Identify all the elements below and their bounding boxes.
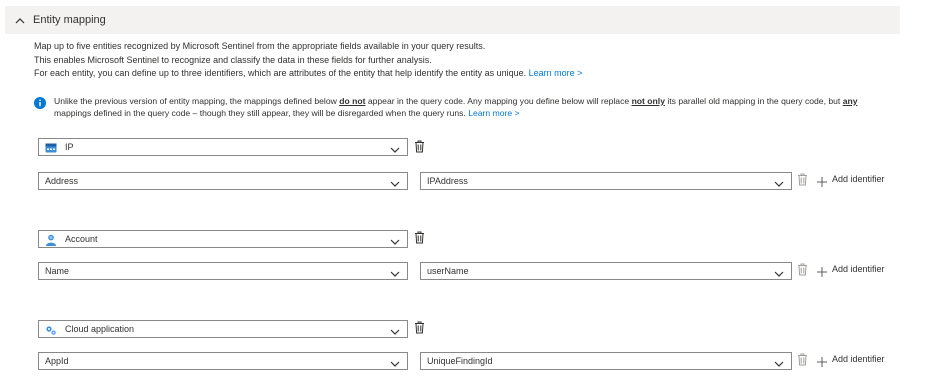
identifier-dropdown[interactable]: AppId xyxy=(38,352,408,370)
chevron-down-icon xyxy=(774,356,784,367)
description-line-3: For each entity, you can define up to th… xyxy=(34,67,582,81)
info-text-part: Unlike the previous version of entity ma… xyxy=(54,96,340,106)
entity-type-dropdown-ip[interactable]: IP xyxy=(38,138,408,156)
chevron-down-icon xyxy=(774,266,784,277)
entity-type-value: Account xyxy=(65,234,98,244)
plus-icon xyxy=(817,264,827,277)
description-line-3-text: For each entity, you can define up to th… xyxy=(34,68,527,78)
column-value: userName xyxy=(427,266,469,276)
column-dropdown[interactable]: IPAddress xyxy=(420,172,792,190)
add-identifier-button[interactable]: Add identifier xyxy=(817,174,885,187)
plus-icon xyxy=(817,354,827,367)
entity-mapping-section-header[interactable]: Entity mapping xyxy=(5,6,900,34)
entity-type-value: IP xyxy=(65,142,74,152)
delete-identifier-icon[interactable] xyxy=(797,263,808,276)
delete-identifier-icon[interactable] xyxy=(797,173,808,186)
info-text-part: appear in the query code. Any mapping yo… xyxy=(365,96,632,106)
delete-entity-icon[interactable] xyxy=(414,321,425,334)
info-text: Unlike the previous version of entity ma… xyxy=(54,95,894,119)
info-text-part: mappings defined in the query code – tho… xyxy=(54,108,469,118)
entity-type-dropdown-account[interactable]: Account xyxy=(38,230,408,248)
info-message: Unlike the previous version of entity ma… xyxy=(34,95,894,119)
column-value: UniqueFindingId xyxy=(427,356,493,366)
chevron-up-icon[interactable] xyxy=(9,11,31,29)
identifier-value: Address xyxy=(45,176,79,186)
delete-entity-icon[interactable] xyxy=(414,231,425,244)
chevron-down-icon xyxy=(390,356,400,367)
entity-type-value: Cloud application xyxy=(65,324,135,334)
plus-icon xyxy=(817,174,827,187)
chevron-down-icon xyxy=(390,176,400,187)
add-identifier-label: Add identifier xyxy=(832,264,885,274)
add-identifier-label: Add identifier xyxy=(832,174,885,184)
add-identifier-label: Add identifier xyxy=(832,354,885,364)
delete-identifier-icon[interactable] xyxy=(797,353,808,366)
info-text-part: its parallel old mapping in the query co… xyxy=(664,96,843,106)
info-learn-more-link[interactable]: Learn more > xyxy=(468,108,519,118)
ip-icon xyxy=(45,141,57,153)
add-identifier-button[interactable]: Add identifier xyxy=(817,264,885,277)
column-dropdown[interactable]: userName xyxy=(420,262,792,280)
section-description: Map up to five entities recognized by Mi… xyxy=(34,40,582,81)
chevron-down-icon xyxy=(774,176,784,187)
delete-entity-icon[interactable] xyxy=(414,140,425,153)
add-identifier-button[interactable]: Add identifier xyxy=(817,354,885,367)
identifier-dropdown[interactable]: Name xyxy=(38,262,408,280)
identifier-value: AppId xyxy=(45,356,69,366)
info-icon xyxy=(34,96,46,109)
description-line-1: Map up to five entities recognized by Mi… xyxy=(34,41,486,51)
cloud-application-icon xyxy=(45,323,57,335)
chevron-down-icon xyxy=(390,266,400,277)
identifier-dropdown[interactable]: Address xyxy=(38,172,408,190)
identifier-value: Name xyxy=(45,266,70,276)
learn-more-link[interactable]: Learn more > xyxy=(529,68,583,78)
info-emphasis-do-not: do not xyxy=(339,96,366,106)
info-emphasis-not-only: not only xyxy=(631,96,665,106)
chevron-down-icon xyxy=(390,234,400,245)
description-line-2: This enables Microsoft Sentinel to recog… xyxy=(34,54,432,65)
chevron-down-icon xyxy=(390,324,400,335)
entity-type-dropdown-cloud-application[interactable]: Cloud application xyxy=(38,320,408,338)
account-icon xyxy=(45,233,57,246)
column-dropdown[interactable]: UniqueFindingId xyxy=(420,352,792,370)
info-emphasis-any: any xyxy=(842,96,858,106)
column-value: IPAddress xyxy=(427,176,468,186)
section-title: Entity mapping xyxy=(33,14,106,26)
chevron-down-icon xyxy=(390,142,400,153)
